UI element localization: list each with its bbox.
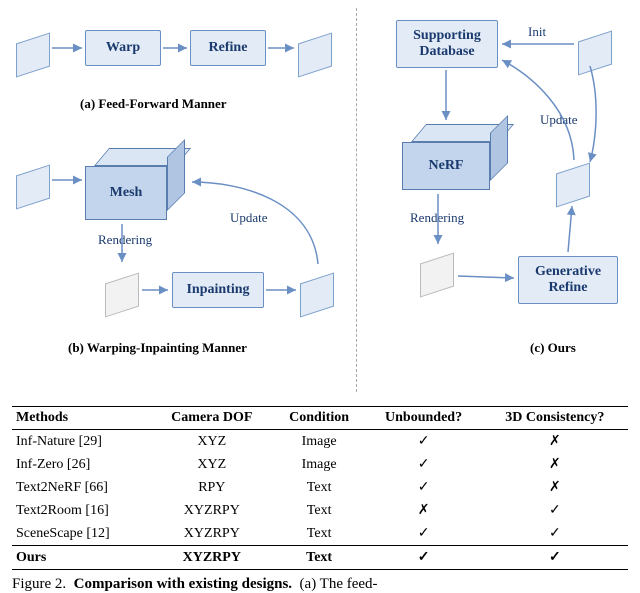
update-tile-c xyxy=(556,162,590,207)
cell-cond: Text xyxy=(273,546,366,570)
th-unbounded: Unbounded? xyxy=(366,407,482,430)
rendering-label-c: Rendering xyxy=(410,210,464,226)
cell-dof: XYZRPY xyxy=(151,522,273,546)
rendered-tile-b xyxy=(105,272,139,317)
cell-cons: ✓ xyxy=(482,522,628,546)
table-row-ours: Ours XYZRPY Text ✓ ✓ xyxy=(12,546,628,570)
cell-unb: ✗ xyxy=(366,499,482,522)
caption-a: (a) Feed-Forward Manner xyxy=(80,96,227,112)
cell-unb: ✓ xyxy=(366,453,482,476)
cell-method: Inf-Nature [29] xyxy=(12,430,151,454)
table-row: Inf-Zero [26] XYZ Image ✓ ✗ xyxy=(12,453,628,476)
cell-dof: XYZ xyxy=(151,453,273,476)
cell-cond: Text xyxy=(273,499,366,522)
refine-block: Refine xyxy=(190,30,266,66)
init-tile-c xyxy=(578,30,612,75)
table-header-row: Methods Camera DOF Condition Unbounded? … xyxy=(12,407,628,430)
figure-number: Figure 2. xyxy=(12,576,66,592)
cell-method: Text2NeRF [66] xyxy=(12,476,151,499)
generative-refine-label: Generative Refine xyxy=(535,264,601,296)
cell-cond: Text xyxy=(273,522,366,546)
cell-cond: Text xyxy=(273,476,366,499)
cell-dof: XYZ xyxy=(151,430,273,454)
cell-method: Inf-Zero [26] xyxy=(12,453,151,476)
cell-unb: ✓ xyxy=(366,430,482,454)
figure-caption-tail: (a) The feed- xyxy=(300,576,378,592)
update-label-c: Update xyxy=(540,112,578,128)
cell-unb: ✓ xyxy=(366,476,482,499)
cell-method: SceneScape [12] xyxy=(12,522,151,546)
th-3d-cons: 3D Consistency? xyxy=(482,407,628,430)
table-row: Text2NeRF [66] RPY Text ✓ ✗ xyxy=(12,476,628,499)
generative-refine-block: Generative Refine xyxy=(518,256,618,304)
cell-dof: XYZRPY xyxy=(151,499,273,522)
cell-cons: ✓ xyxy=(482,499,628,522)
supporting-database-block: Supporting Database xyxy=(396,20,498,68)
diagram-area: Warp Refine (a) Feed-Forward Manner Mesh… xyxy=(0,0,640,400)
table-row: Inf-Nature [29] XYZ Image ✓ ✗ xyxy=(12,430,628,454)
table-body: Inf-Nature [29] XYZ Image ✓ ✗ Inf-Zero [… xyxy=(12,430,628,570)
th-camera-dof: Camera DOF xyxy=(151,407,273,430)
inpainting-block: Inpainting xyxy=(172,272,264,308)
cell-cons: ✗ xyxy=(482,430,628,454)
output-tile-a xyxy=(298,32,332,77)
table-row: SceneScape [12] XYZRPY Text ✓ ✓ xyxy=(12,522,628,546)
refine-label: Refine xyxy=(209,40,248,56)
input-tile-a xyxy=(16,32,50,77)
cell-dof: XYZRPY xyxy=(151,546,273,570)
rendered-tile-c xyxy=(420,252,454,297)
comparison-table-wrap: Methods Camera DOF Condition Unbounded? … xyxy=(0,400,640,570)
caption-c: (c) Ours xyxy=(530,340,576,356)
figure-caption: Figure 2. Comparison with existing desig… xyxy=(0,570,640,593)
caption-b: (b) Warping-Inpainting Manner xyxy=(68,340,247,356)
figure-caption-bold: Comparison with existing designs. xyxy=(74,576,292,592)
warp-block: Warp xyxy=(85,30,161,66)
cell-dof: RPY xyxy=(151,476,273,499)
cell-cons: ✗ xyxy=(482,453,628,476)
vertical-divider xyxy=(356,8,357,392)
update-label-b: Update xyxy=(230,210,268,226)
cell-method: Text2Room [16] xyxy=(12,499,151,522)
cell-method: Ours xyxy=(12,546,151,570)
th-methods: Methods xyxy=(12,407,151,430)
comparison-table: Methods Camera DOF Condition Unbounded? … xyxy=(12,406,628,570)
warp-label: Warp xyxy=(106,40,140,56)
inpainting-label: Inpainting xyxy=(186,282,249,298)
cell-cons: ✓ xyxy=(482,546,628,570)
cell-unb: ✓ xyxy=(366,546,482,570)
rendering-label-b: Rendering xyxy=(98,232,152,248)
output-tile-b xyxy=(300,272,334,317)
cell-cond: Image xyxy=(273,430,366,454)
supporting-database-label: Supporting Database xyxy=(413,28,481,60)
init-label-c: Init xyxy=(528,24,546,40)
th-condition: Condition xyxy=(273,407,366,430)
nerf-label: NeRF xyxy=(429,158,464,174)
mesh-label: Mesh xyxy=(110,185,143,201)
input-tile-b xyxy=(16,164,50,209)
table-row: Text2Room [16] XYZRPY Text ✗ ✓ xyxy=(12,499,628,522)
cell-cons: ✗ xyxy=(482,476,628,499)
cell-cond: Image xyxy=(273,453,366,476)
cell-unb: ✓ xyxy=(366,522,482,546)
